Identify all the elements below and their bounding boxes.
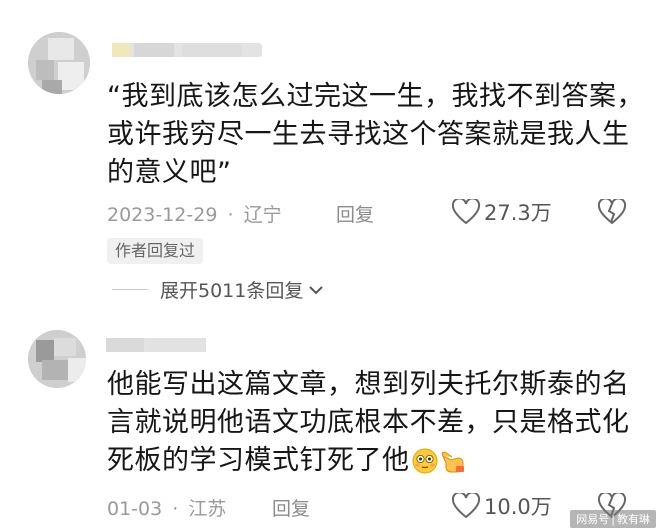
expand-divider bbox=[112, 289, 148, 290]
like-button[interactable]: 10.0万 bbox=[452, 491, 552, 521]
watermark-source: 网易号 bbox=[576, 513, 610, 526]
reply-button[interactable]: 回复 bbox=[336, 200, 374, 227]
chevron-down-icon bbox=[309, 285, 324, 294]
username-blurred[interactable] bbox=[112, 43, 262, 57]
username-blurred[interactable] bbox=[106, 338, 206, 352]
reply-button[interactable]: 回复 bbox=[272, 494, 310, 521]
comment-text: “我到底该怎么过完这一生，我找不到答案，或许我穷尽一生去寻找这个答案就是我人生的… bbox=[107, 81, 644, 188]
comment-meta: 01-03 · 江苏 bbox=[107, 494, 226, 521]
comment-date: 01-03 bbox=[107, 498, 163, 520]
pointing-hand-emoji-icon bbox=[440, 451, 464, 473]
comment-location: 辽宁 bbox=[243, 204, 282, 226]
comment-date: 2023-12-29 bbox=[107, 204, 218, 226]
like-count: 10.0万 bbox=[484, 495, 552, 519]
meta-separator: · bbox=[172, 498, 179, 520]
comment-location: 江苏 bbox=[188, 498, 227, 520]
broken-heart-icon bbox=[597, 197, 627, 225]
avatar[interactable] bbox=[28, 32, 90, 94]
expand-label: 展开5011条回复 bbox=[160, 280, 304, 302]
heart-outline-icon bbox=[452, 199, 480, 225]
heart-outline-icon bbox=[452, 493, 480, 519]
meta-separator: · bbox=[227, 204, 234, 226]
like-button[interactable]: 27.3万 bbox=[452, 197, 552, 227]
like-count: 27.3万 bbox=[484, 201, 552, 225]
comment-text-body: 他能写出这篇文章，想到列夫托尔斯泰的名言就说明他语文功底根本不差，只是格式化死板… bbox=[107, 369, 630, 476]
watermark-author: 教有琳 bbox=[617, 513, 650, 526]
flushed-face-emoji-icon bbox=[412, 448, 437, 474]
author-replied-badge: 作者回复过 bbox=[107, 238, 204, 264]
expand-replies[interactable]: 展开5011条回复 bbox=[112, 276, 325, 303]
comment-meta: 2023-12-29 · 辽宁 bbox=[107, 200, 282, 227]
watermark: 网易号 | 教有琳 bbox=[570, 510, 656, 528]
avatar[interactable] bbox=[28, 330, 86, 388]
comment-text: 他能写出这篇文章，想到列夫托尔斯泰的名言就说明他语文功底根本不差，只是格式化死板… bbox=[107, 366, 647, 480]
dislike-button[interactable] bbox=[597, 197, 627, 229]
